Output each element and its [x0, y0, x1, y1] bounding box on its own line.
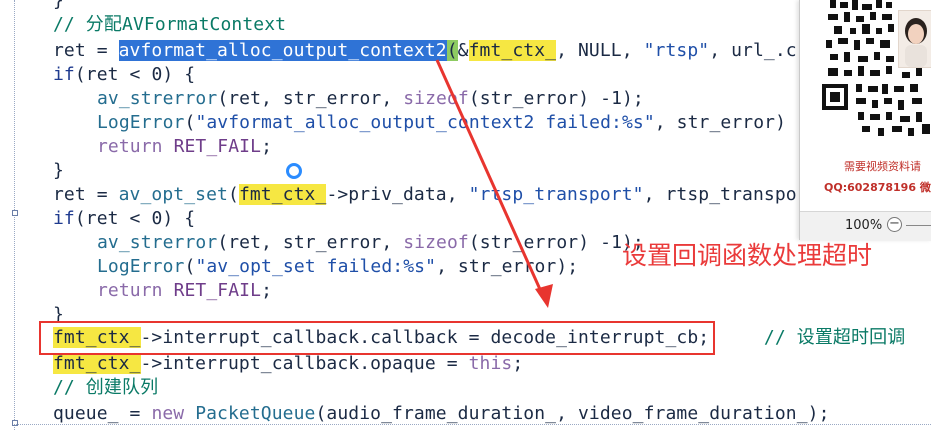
zoom-level: 100% [845, 218, 883, 233]
contact-text: QQ:602878196 微信 [824, 181, 931, 194]
zoom-out-button[interactable]: − [887, 217, 902, 232]
annotation-text: 设置回调函数处理超时 [622, 241, 873, 270]
mouse-cursor-indicator [286, 163, 302, 179]
status-bar: 100% − [800, 211, 931, 241]
zoom-slider[interactable] [906, 225, 931, 226]
avatar [898, 10, 931, 68]
promo-text: 需要视频资料请 [844, 160, 921, 173]
code-editor[interactable]: } // 分配AVFormatContext ret = avformat_al… [0, 0, 931, 430]
floating-preview-panel[interactable]: 需要视频资料请 QQ:602878196 微信 100% − [799, 0, 931, 241]
annotation-arrow [435, 59, 553, 308]
